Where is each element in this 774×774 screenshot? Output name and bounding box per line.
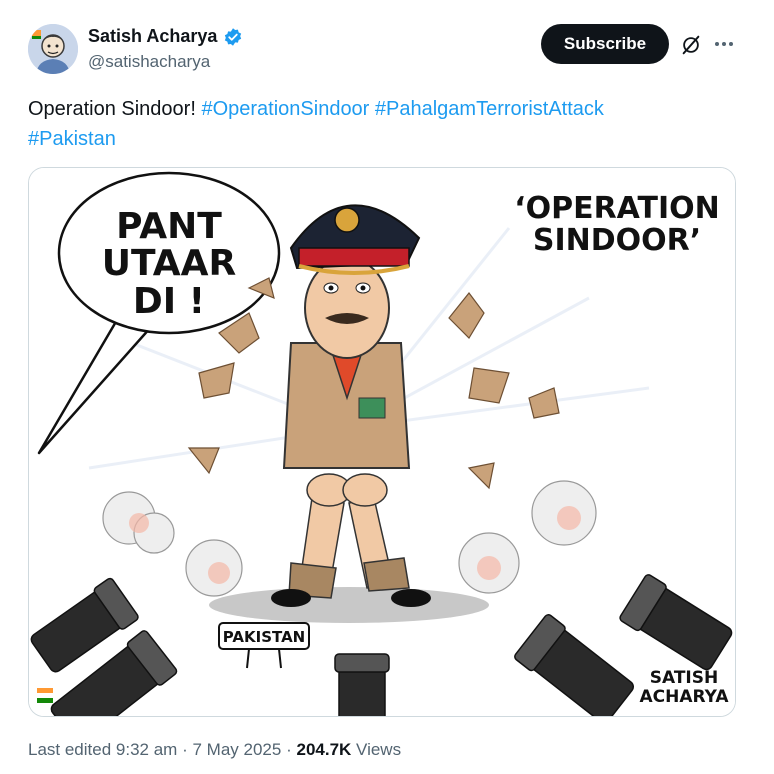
sign-text: PAKISTAN — [223, 628, 305, 646]
tweet-date[interactable]: 7 May 2025 — [193, 740, 282, 759]
tweet-time[interactable]: 9:32 am — [116, 740, 177, 759]
tweet-text: Operation Sindoor! #OperationSindoor #Pa… — [28, 94, 738, 154]
subscribe-button[interactable]: Subscribe — [541, 24, 669, 64]
meta-separator: · — [286, 740, 292, 759]
tweet-body: Operation Sindoor! — [28, 98, 196, 120]
hashtag-pahalgamterroristattack[interactable]: #PahalgamTerroristAttack — [375, 98, 604, 120]
views-label: Views — [356, 740, 402, 759]
speech-line-1: PANT — [116, 206, 222, 247]
grok-icon[interactable] — [680, 34, 702, 56]
hashtag-operationsindoor[interactable]: #OperationSindoor — [201, 98, 369, 120]
avatar[interactable] — [28, 24, 78, 74]
cartoon-title-line-1: ‘OPERATION — [514, 191, 720, 226]
cartoon-avatar-icon — [28, 24, 78, 74]
more-icon[interactable] — [712, 34, 736, 54]
cartoon-title-line-2: SINDOOR’ — [533, 223, 701, 258]
speech-line-3: DI ! — [133, 281, 205, 322]
cartoon-illustration: PANT UTAAR DI ! ‘OPERATION SINDOOR’ PAKI… — [29, 168, 735, 716]
speech-line-2: UTAAR — [102, 243, 236, 284]
author-display-name[interactable]: Satish Acharya — [88, 26, 217, 47]
signature-line-1: SATISH — [650, 668, 718, 688]
author-name-row: Satish Acharya — [88, 26, 243, 47]
india-flag-icon — [37, 688, 53, 703]
verified-badge-icon — [225, 27, 242, 46]
author-handle[interactable]: @satishacharya — [88, 52, 210, 72]
edited-label[interactable]: Last edited — [28, 740, 111, 759]
tweet-meta: Last edited 9:32 am · 7 May 2025 · 204.7… — [28, 740, 401, 760]
meta-separator: · — [182, 740, 188, 759]
tweet: Satish Acharya @satishacharya Subscribe … — [0, 0, 774, 774]
views-count: 204.7K — [296, 740, 352, 759]
signature-line-2: ACHARYA — [639, 687, 729, 707]
tweet-media-cartoon[interactable]: PANT UTAAR DI ! ‘OPERATION SINDOOR’ PAKI… — [28, 167, 736, 717]
hashtag-pakistan[interactable]: #Pakistan — [28, 128, 116, 150]
